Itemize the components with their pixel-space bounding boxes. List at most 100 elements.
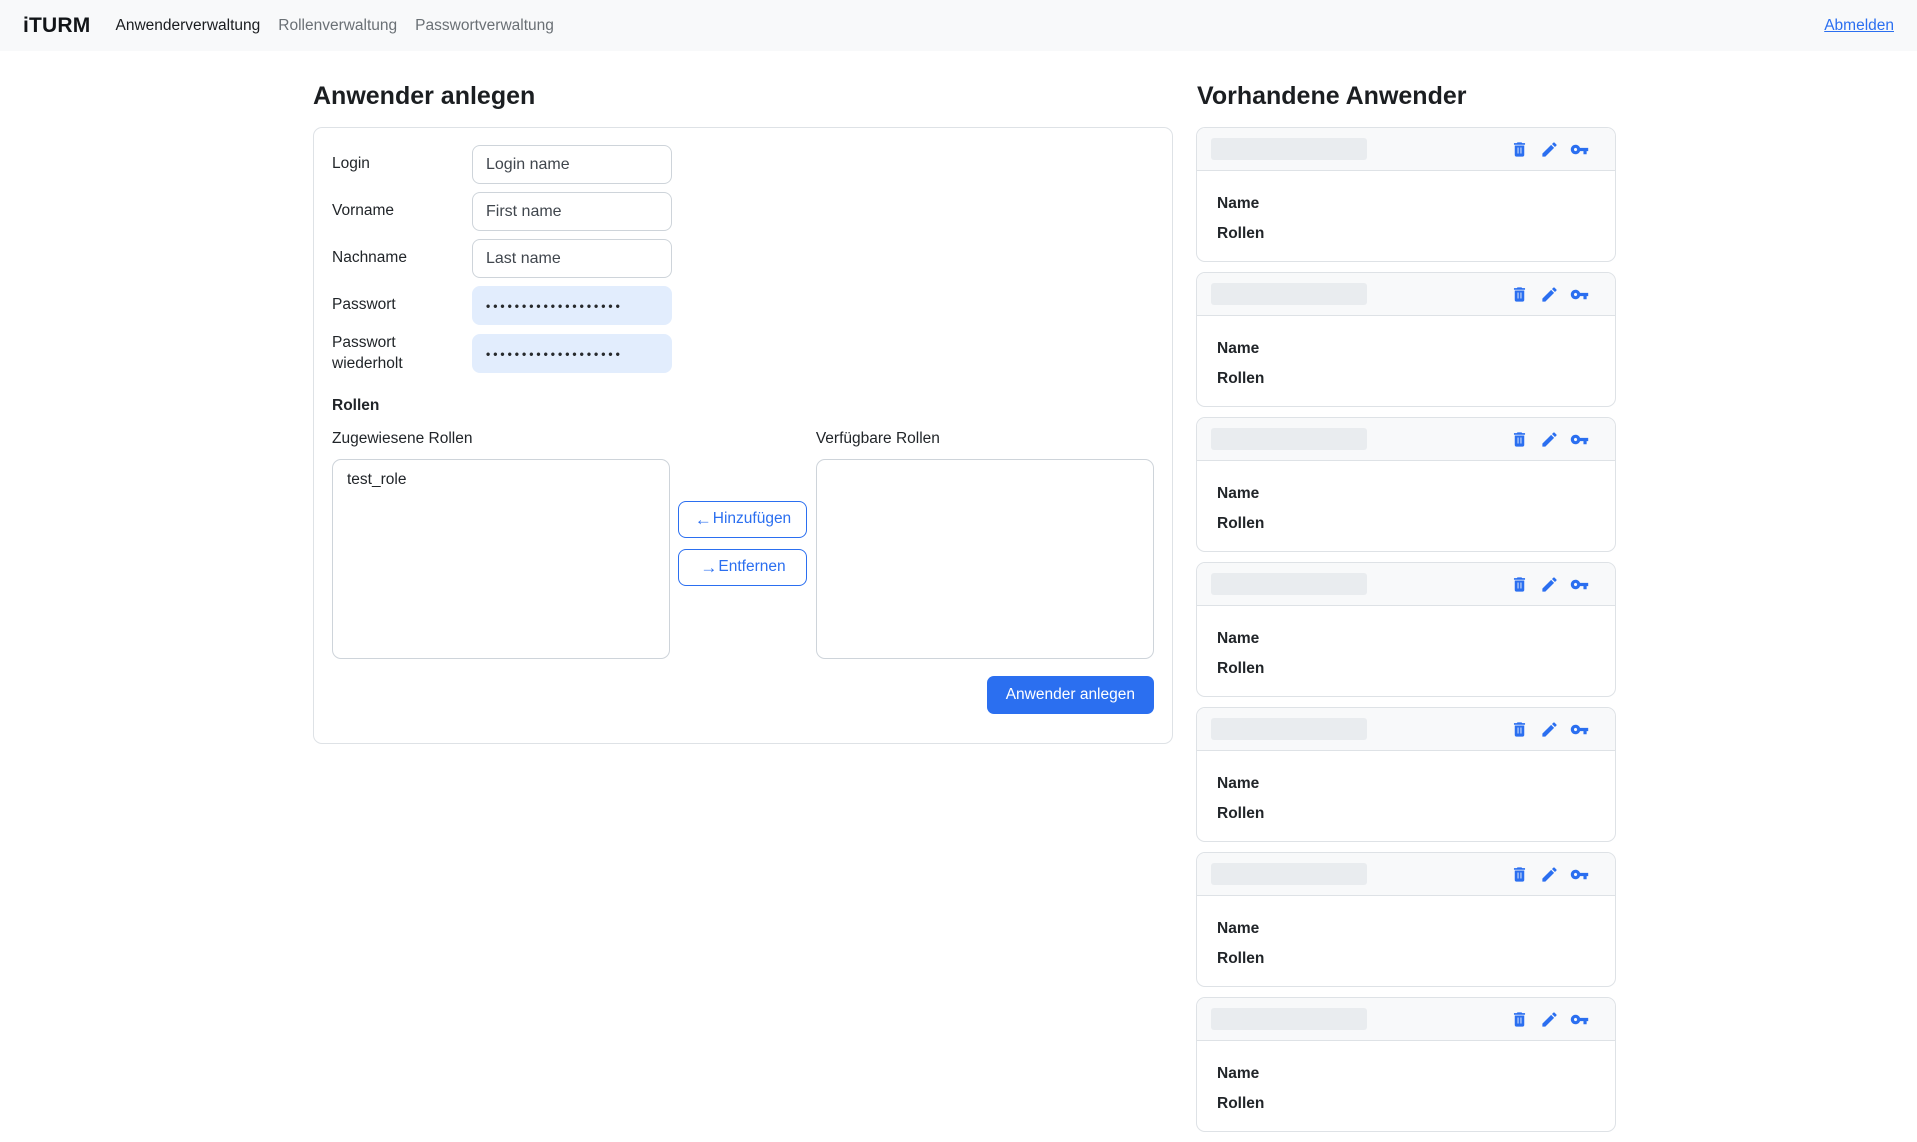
top-navbar: iTURM Anwenderverwaltung Rollenverwaltun…: [0, 0, 1917, 51]
page-title-create-user: Anwender anlegen: [313, 82, 535, 111]
user-card-actions: [1510, 865, 1589, 884]
user-card-header: [1197, 418, 1615, 461]
delete-trash-icon[interactable]: [1510, 720, 1529, 739]
user-roles-label: Rollen: [1217, 1095, 1595, 1114]
user-roles-label: Rollen: [1217, 660, 1595, 679]
username-skeleton-placeholder: [1211, 1008, 1367, 1030]
user-card-header: [1197, 998, 1615, 1041]
password-key-icon[interactable]: [1570, 1010, 1589, 1029]
user-card-body: Name Rollen: [1197, 171, 1615, 243]
user-card-body: Name Rollen: [1197, 606, 1615, 678]
user-card: Name Rollen: [1196, 852, 1616, 987]
form-row-passwort-wiederholt: Passwort wiederholt: [332, 333, 1154, 375]
edit-pencil-icon[interactable]: [1540, 430, 1559, 449]
arrow-right-icon: →: [700, 559, 717, 576]
role-option-test-role[interactable]: test_role: [347, 469, 655, 491]
roles-section-title: Rollen: [332, 397, 1154, 415]
user-name-label: Name: [1217, 340, 1595, 359]
user-card: Name Rollen: [1196, 272, 1616, 407]
assigned-roles-column: Zugewiesene Rollen test_role: [332, 430, 670, 659]
password-key-icon[interactable]: [1570, 865, 1589, 884]
submit-row: Anwender anlegen: [332, 676, 1154, 714]
arrow-left-icon: ←: [695, 511, 712, 528]
roles-dual-list: Zugewiesene Rollen test_role ←Hinzufügen…: [332, 430, 1154, 659]
available-roles-list[interactable]: [816, 459, 1154, 659]
user-card-actions: [1510, 285, 1589, 304]
user-name-label: Name: [1217, 195, 1595, 214]
user-card-body: Name Rollen: [1197, 1041, 1615, 1113]
first-name-input[interactable]: [472, 192, 672, 231]
password-repeat-input[interactable]: [472, 334, 672, 373]
user-card: Name Rollen: [1196, 997, 1616, 1132]
edit-pencil-icon[interactable]: [1540, 1010, 1559, 1029]
delete-trash-icon[interactable]: [1510, 140, 1529, 159]
nachname-label: Nachname: [332, 248, 472, 269]
password-key-icon[interactable]: [1570, 430, 1589, 449]
login-label: Login: [332, 154, 472, 175]
delete-trash-icon[interactable]: [1510, 430, 1529, 449]
password-key-icon[interactable]: [1570, 140, 1589, 159]
edit-pencil-icon[interactable]: [1540, 285, 1559, 304]
user-card-header: [1197, 563, 1615, 606]
user-card: Name Rollen: [1196, 417, 1616, 552]
passwort-wiederholt-label: Passwort wiederholt: [332, 333, 472, 375]
nav-item-anwenderverwaltung[interactable]: Anwenderverwaltung: [116, 17, 261, 35]
user-name-label: Name: [1217, 920, 1595, 939]
user-card: Name Rollen: [1196, 127, 1616, 262]
user-roles-label: Rollen: [1217, 225, 1595, 244]
nav-item-rollenverwaltung[interactable]: Rollenverwaltung: [278, 17, 397, 35]
user-name-label: Name: [1217, 1065, 1595, 1084]
edit-pencil-icon[interactable]: [1540, 720, 1559, 739]
add-role-button[interactable]: ←Hinzufügen: [678, 501, 807, 538]
remove-role-button[interactable]: →Entfernen: [678, 549, 807, 586]
edit-pencil-icon[interactable]: [1540, 865, 1559, 884]
assigned-roles-label: Zugewiesene Rollen: [332, 430, 670, 448]
user-name-label: Name: [1217, 630, 1595, 649]
form-row-login: Login: [332, 145, 1154, 184]
assigned-roles-list[interactable]: test_role: [332, 459, 670, 659]
last-name-input[interactable]: [472, 239, 672, 278]
user-name-label: Name: [1217, 485, 1595, 504]
user-name-label: Name: [1217, 775, 1595, 794]
user-card-body: Name Rollen: [1197, 316, 1615, 388]
passwort-label: Passwort: [332, 295, 472, 316]
form-row-vorname: Vorname: [332, 192, 1154, 231]
username-skeleton-placeholder: [1211, 428, 1367, 450]
user-card-actions: [1510, 430, 1589, 449]
user-roles-label: Rollen: [1217, 805, 1595, 824]
edit-pencil-icon[interactable]: [1540, 575, 1559, 594]
user-roles-label: Rollen: [1217, 370, 1595, 389]
user-card-body: Name Rollen: [1197, 751, 1615, 823]
logout-link[interactable]: Abmelden: [1824, 17, 1894, 35]
delete-trash-icon[interactable]: [1510, 575, 1529, 594]
user-card-body: Name Rollen: [1197, 461, 1615, 533]
user-card-header: [1197, 273, 1615, 316]
add-role-button-label: Hinzufügen: [713, 510, 791, 528]
available-roles-label: Verfügbare Rollen: [816, 430, 1154, 448]
user-card-actions: [1510, 720, 1589, 739]
remove-role-button-label: Entfernen: [718, 558, 785, 576]
user-card-header: [1197, 708, 1615, 751]
password-key-icon[interactable]: [1570, 575, 1589, 594]
delete-trash-icon[interactable]: [1510, 865, 1529, 884]
available-roles-column: Verfügbare Rollen: [816, 430, 1154, 659]
user-roles-label: Rollen: [1217, 515, 1595, 534]
roles-transfer-buttons: ←Hinzufügen →Entfernen: [670, 430, 816, 659]
password-key-icon[interactable]: [1570, 720, 1589, 739]
nav-item-passwortverwaltung[interactable]: Passwortverwaltung: [415, 17, 554, 35]
username-skeleton-placeholder: [1211, 863, 1367, 885]
login-input[interactable]: [472, 145, 672, 184]
user-roles-label: Rollen: [1217, 950, 1595, 969]
create-user-submit-button[interactable]: Anwender anlegen: [987, 676, 1154, 714]
password-key-icon[interactable]: [1570, 285, 1589, 304]
page-title-existing-users: Vorhandene Anwender: [1197, 82, 1466, 111]
password-input[interactable]: [472, 286, 672, 325]
edit-pencil-icon[interactable]: [1540, 140, 1559, 159]
delete-trash-icon[interactable]: [1510, 285, 1529, 304]
username-skeleton-placeholder: [1211, 718, 1367, 740]
user-card-header: [1197, 128, 1615, 171]
delete-trash-icon[interactable]: [1510, 1010, 1529, 1029]
user-card-body: Name Rollen: [1197, 896, 1615, 968]
user-card-actions: [1510, 1010, 1589, 1029]
vorname-label: Vorname: [332, 201, 472, 222]
